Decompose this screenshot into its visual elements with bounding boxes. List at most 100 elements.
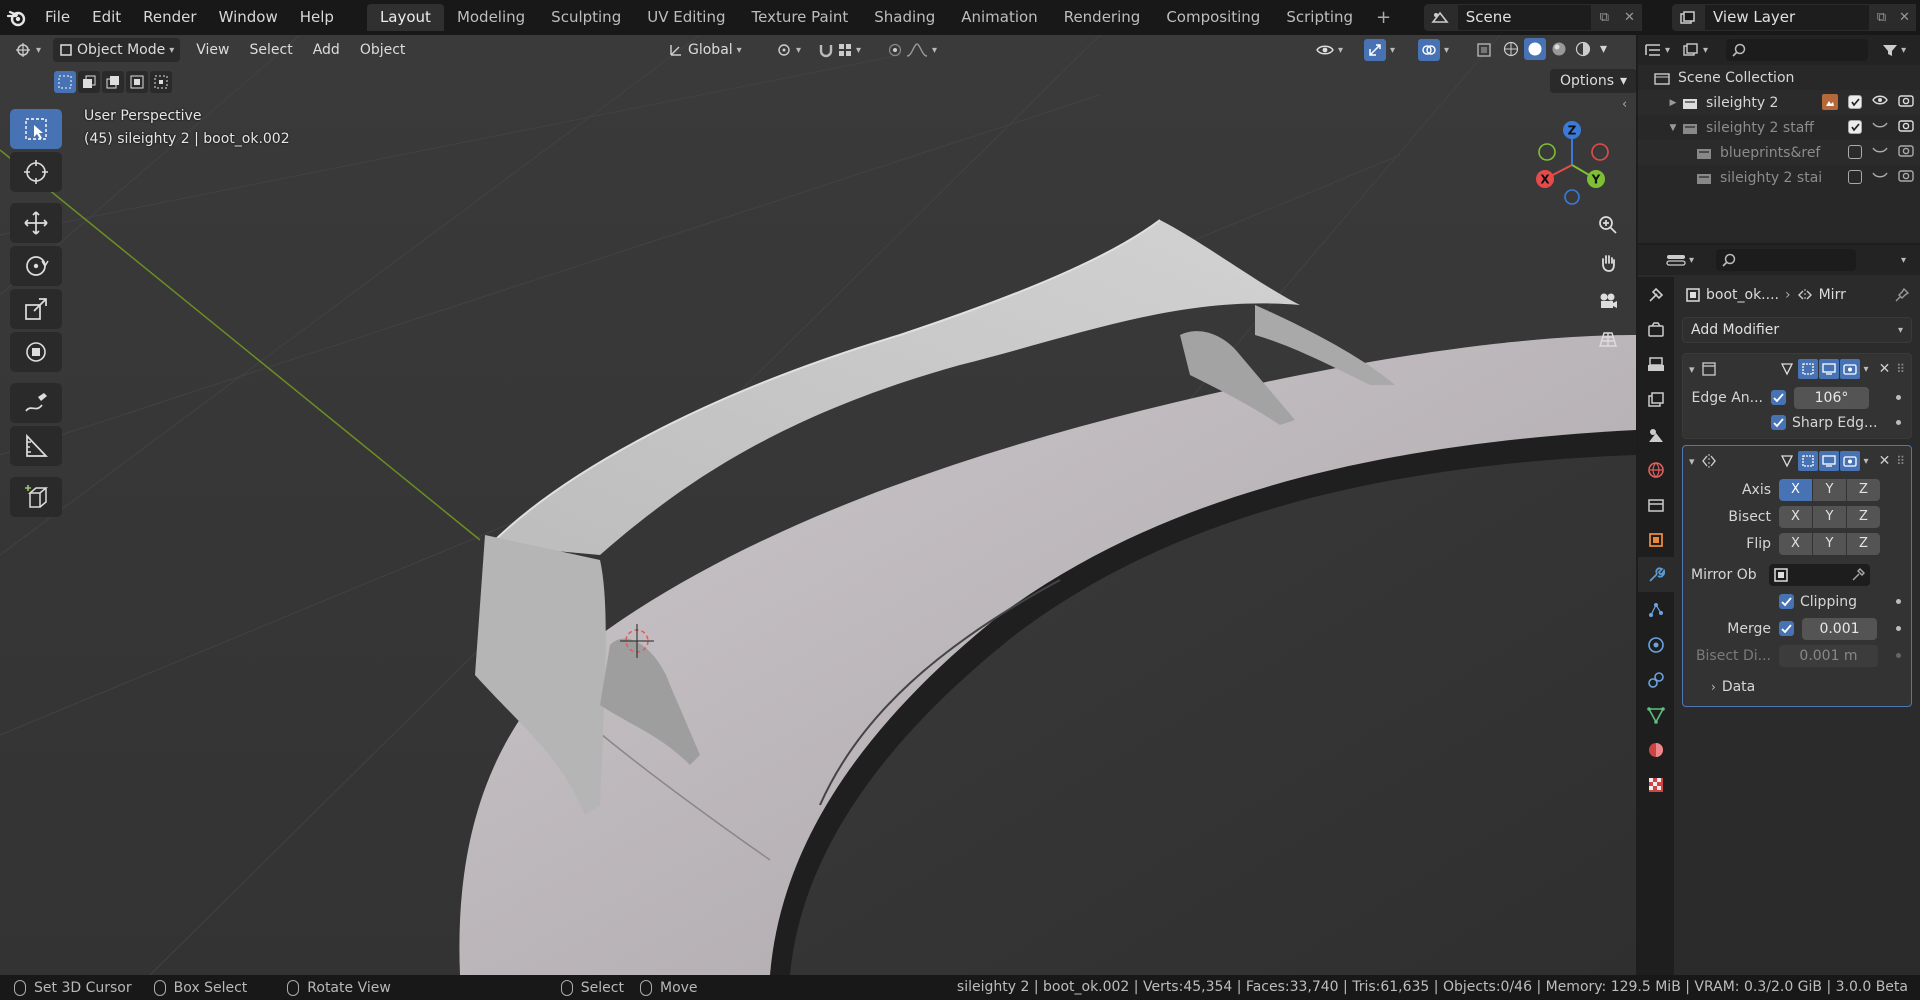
menu-help[interactable]: Help — [289, 0, 345, 35]
tab-compositing[interactable]: Compositing — [1153, 4, 1273, 31]
tab-animation[interactable]: Animation — [948, 4, 1050, 31]
tab-layout[interactable]: Layout — [366, 4, 444, 31]
delete-scene-icon[interactable]: ✕ — [1616, 4, 1642, 31]
tab-rendering[interactable]: Rendering — [1051, 4, 1154, 31]
tab-scripting[interactable]: Scripting — [1273, 4, 1366, 31]
outliner-search-input[interactable] — [1726, 39, 1869, 61]
outliner-item-sileighty-2[interactable]: ▶ sileighty 2 — [1638, 90, 1920, 115]
keyframe-dot-icon[interactable] — [1896, 653, 1901, 658]
tab-texture-paint[interactable]: Texture Paint — [738, 4, 861, 31]
tool-tab-icon[interactable] — [1638, 277, 1674, 312]
new-scene-icon[interactable]: ⧉ — [1591, 4, 1617, 31]
scene-tab-icon[interactable] — [1638, 417, 1674, 452]
data-tab-icon[interactable] — [1638, 697, 1674, 732]
select-new-icon[interactable] — [54, 71, 76, 93]
transform-orientation-selector[interactable]: Global ▾ — [662, 38, 748, 62]
outliner-scene-collection[interactable]: Scene Collection — [1638, 65, 1920, 90]
navigation-gizmo[interactable]: Z X Y — [1520, 115, 1620, 215]
world-tab-icon[interactable] — [1638, 452, 1674, 487]
axis-y-toggle[interactable]: Y — [1813, 478, 1846, 501]
bisect-y-toggle[interactable]: Y — [1813, 505, 1846, 528]
exclude-checkbox[interactable] — [1848, 95, 1862, 109]
constraints-tab-icon[interactable] — [1638, 662, 1674, 697]
viewport-display-icon[interactable] — [1818, 451, 1839, 471]
edge-angle-field[interactable]: 106° — [1794, 386, 1869, 409]
exclude-checkbox[interactable] — [1848, 145, 1862, 159]
keyframe-dot-icon[interactable] — [1896, 395, 1901, 400]
sidebar-toggle-icon[interactable]: ‹ — [1622, 97, 1627, 112]
drag-handle-icon[interactable]: ⠿ — [1896, 362, 1905, 376]
transform-tool[interactable] — [10, 332, 62, 372]
particles-tab-icon[interactable] — [1638, 592, 1674, 627]
exclude-checkbox[interactable] — [1848, 120, 1862, 134]
tab-sculpting[interactable]: Sculpting — [538, 4, 634, 31]
new-view-layer-icon[interactable]: ⧉ — [1870, 4, 1893, 31]
select-box-tool[interactable] — [10, 109, 62, 149]
add-modifier-dropdown[interactable]: Add Modifier ▾ — [1682, 317, 1912, 343]
tab-shading[interactable]: Shading — [861, 4, 948, 31]
camera-view-icon[interactable] — [1593, 286, 1623, 316]
bisect-distance-field[interactable]: 0.001 m — [1779, 644, 1878, 667]
menu-window[interactable]: Window — [208, 0, 289, 35]
merge-checkbox[interactable] — [1779, 621, 1794, 636]
bisect-z-toggle[interactable]: Z — [1847, 505, 1880, 528]
menu-add[interactable]: Add — [303, 42, 350, 58]
neg-y-axis-ball[interactable] — [1538, 143, 1556, 161]
select-intersect-icon[interactable] — [150, 71, 172, 93]
delete-view-layer-icon[interactable]: ✕ — [1893, 4, 1916, 31]
on-cage-icon[interactable] — [1777, 359, 1797, 379]
measure-tool[interactable] — [10, 426, 62, 466]
on-cage-icon[interactable] — [1777, 451, 1797, 471]
shading-options-icon[interactable]: ▾ — [1600, 38, 1607, 60]
texture-tab-icon[interactable] — [1638, 767, 1674, 802]
proportional-edit-toggle[interactable]: ▾ — [882, 38, 943, 62]
remove-modifier-icon[interactable]: ✕ — [1879, 361, 1891, 377]
viewport-display-icon[interactable] — [1818, 359, 1839, 379]
physics-tab-icon[interactable] — [1638, 627, 1674, 662]
edit-mode-icon[interactable] — [1797, 359, 1818, 379]
exclude-checkbox[interactable] — [1848, 170, 1862, 184]
menu-select[interactable]: Select — [240, 42, 303, 58]
cursor-tool[interactable] — [10, 152, 62, 192]
flip-y-toggle[interactable]: Y — [1813, 532, 1846, 555]
properties-editor-type[interactable]: ▾ — [1666, 252, 1694, 268]
output-tab-icon[interactable] — [1638, 347, 1674, 382]
filter-button[interactable]: ▾ — [1882, 43, 1906, 57]
axis-x-toggle[interactable]: X — [1779, 478, 1812, 501]
tab-uv-editing[interactable]: UV Editing — [634, 4, 738, 31]
properties-options-icon[interactable]: ▾ — [1901, 255, 1906, 266]
scene-name-field[interactable]: Scene — [1456, 4, 1592, 31]
add-cube-tool[interactable] — [10, 477, 62, 517]
bisect-x-toggle[interactable]: X — [1779, 505, 1812, 528]
eyedropper-icon[interactable] — [1851, 567, 1865, 582]
image-ref-icon[interactable] — [1822, 94, 1838, 110]
mode-selector[interactable]: Object Mode ▾ — [53, 38, 181, 62]
collection-tab-icon[interactable] — [1638, 487, 1674, 522]
menu-edit[interactable]: Edit — [81, 0, 132, 35]
neg-z-axis-ball[interactable] — [1564, 189, 1580, 205]
mirror-object-field[interactable] — [1769, 563, 1870, 586]
solid-shading-icon[interactable] — [1524, 38, 1546, 60]
render-camera-icon[interactable] — [1898, 118, 1914, 136]
render-camera-icon[interactable] — [1898, 143, 1914, 161]
merge-distance-field[interactable]: 0.001 — [1802, 617, 1877, 640]
data-subpanel-header[interactable]: › Data — [1683, 673, 1911, 700]
scale-tool[interactable] — [10, 289, 62, 329]
hidden-eye-icon[interactable] — [1872, 119, 1888, 135]
outliner-editor-type[interactable]: ▾ — [1644, 42, 1670, 58]
select-invert-icon[interactable] — [126, 71, 148, 93]
flip-x-toggle[interactable]: X — [1779, 532, 1812, 555]
material-shading-icon[interactable] — [1548, 38, 1570, 60]
display-mode-selector[interactable]: ▾ — [1682, 42, 1708, 58]
view-layer-name-field[interactable]: View Layer — [1704, 4, 1870, 31]
render-camera-icon[interactable] — [1898, 93, 1914, 111]
remove-modifier-icon[interactable]: ✕ — [1879, 453, 1891, 469]
collapse-arrow-icon[interactable]: ▼ — [1666, 123, 1680, 133]
hidden-eye-icon[interactable] — [1872, 169, 1888, 185]
flip-z-toggle[interactable]: Z — [1847, 532, 1880, 555]
scene-selector[interactable]: Scene ⧉ ✕ — [1424, 4, 1642, 31]
render-display-icon[interactable] — [1839, 451, 1860, 471]
sharp-edges-checkbox[interactable] — [1771, 415, 1786, 430]
neg-x-axis-ball[interactable] — [1591, 143, 1609, 161]
keyframe-dot-icon[interactable] — [1896, 626, 1901, 631]
